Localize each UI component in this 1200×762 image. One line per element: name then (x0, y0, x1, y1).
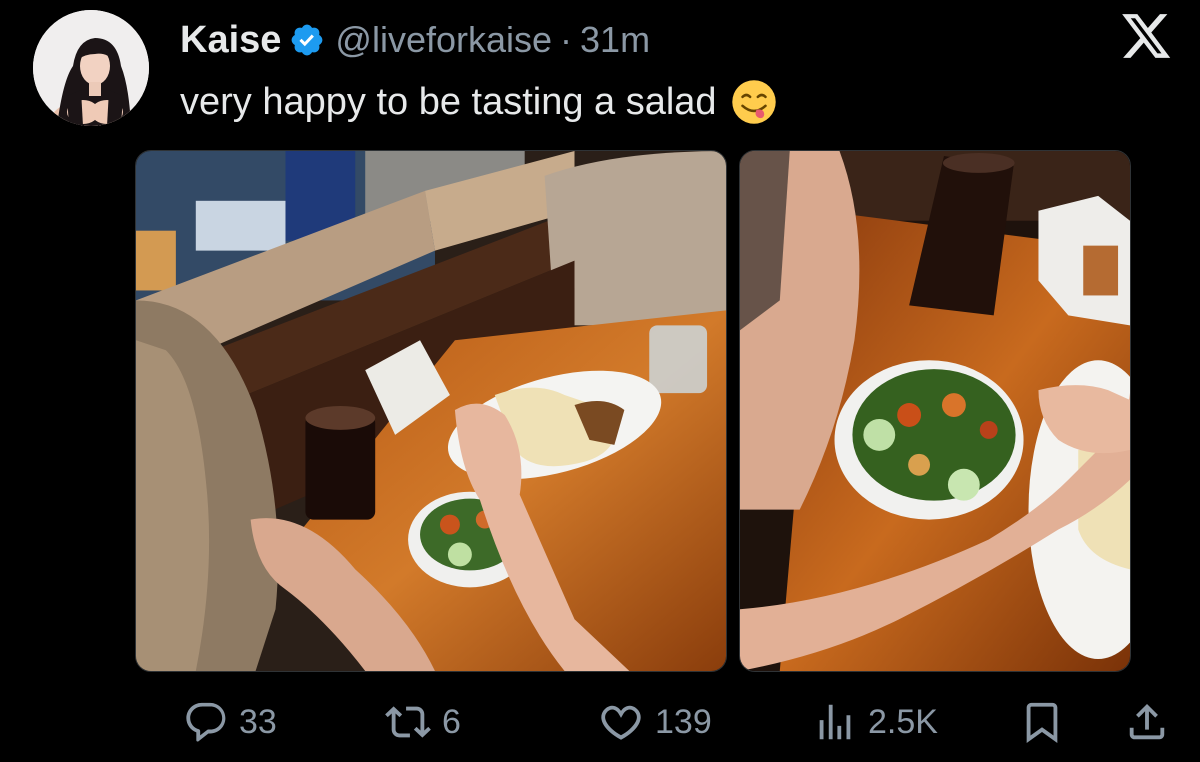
views-button[interactable]: 2.5K (812, 690, 938, 754)
tweet-card: Kaise @liveforkaise · 31m very happy to … (0, 0, 1200, 762)
bookmark-button[interactable] (1019, 690, 1065, 754)
tweet-header: Kaise @liveforkaise · 31m (180, 16, 650, 64)
tweet-text-content: very happy to be tasting a salad (180, 80, 717, 123)
face-savoring-food-emoji-icon (731, 80, 776, 124)
photo-image (740, 151, 1130, 671)
display-name[interactable]: Kaise (180, 19, 281, 62)
bookmark-icon (1026, 702, 1058, 743)
retweet-count: 6 (442, 702, 461, 741)
reply-button[interactable]: 33 (183, 690, 277, 754)
x-logo-icon[interactable] (1122, 14, 1172, 60)
reply-count: 33 (239, 702, 277, 741)
photo-restaurant-table[interactable] (135, 150, 727, 672)
like-button[interactable]: 139 (597, 690, 712, 754)
media-photo-right[interactable] (739, 150, 1131, 672)
photo-image (136, 151, 726, 671)
user-handle[interactable]: @liveforkaise (335, 19, 552, 61)
media-photo-left[interactable] (135, 150, 727, 672)
share-button[interactable] (1124, 690, 1170, 754)
like-count: 139 (655, 702, 712, 741)
verified-badge-icon (292, 24, 323, 56)
views-count: 2.5K (868, 702, 938, 741)
avatar-image (33, 10, 149, 126)
separator-dot: · (560, 19, 573, 60)
heart-icon (601, 705, 641, 740)
retweet-button[interactable]: 6 (384, 690, 461, 754)
retweet-icon (385, 706, 431, 738)
reply-icon (186, 702, 226, 742)
tweet-text: very happy to be tasting a salad (180, 76, 777, 128)
timestamp[interactable]: 31m (580, 19, 650, 61)
avatar[interactable] (33, 10, 149, 126)
action-bar: 33 6 139 2.5K (0, 690, 1200, 754)
views-chart-icon (819, 704, 851, 740)
share-icon (1129, 703, 1165, 740)
photo-salad-closeup[interactable] (739, 150, 1131, 672)
